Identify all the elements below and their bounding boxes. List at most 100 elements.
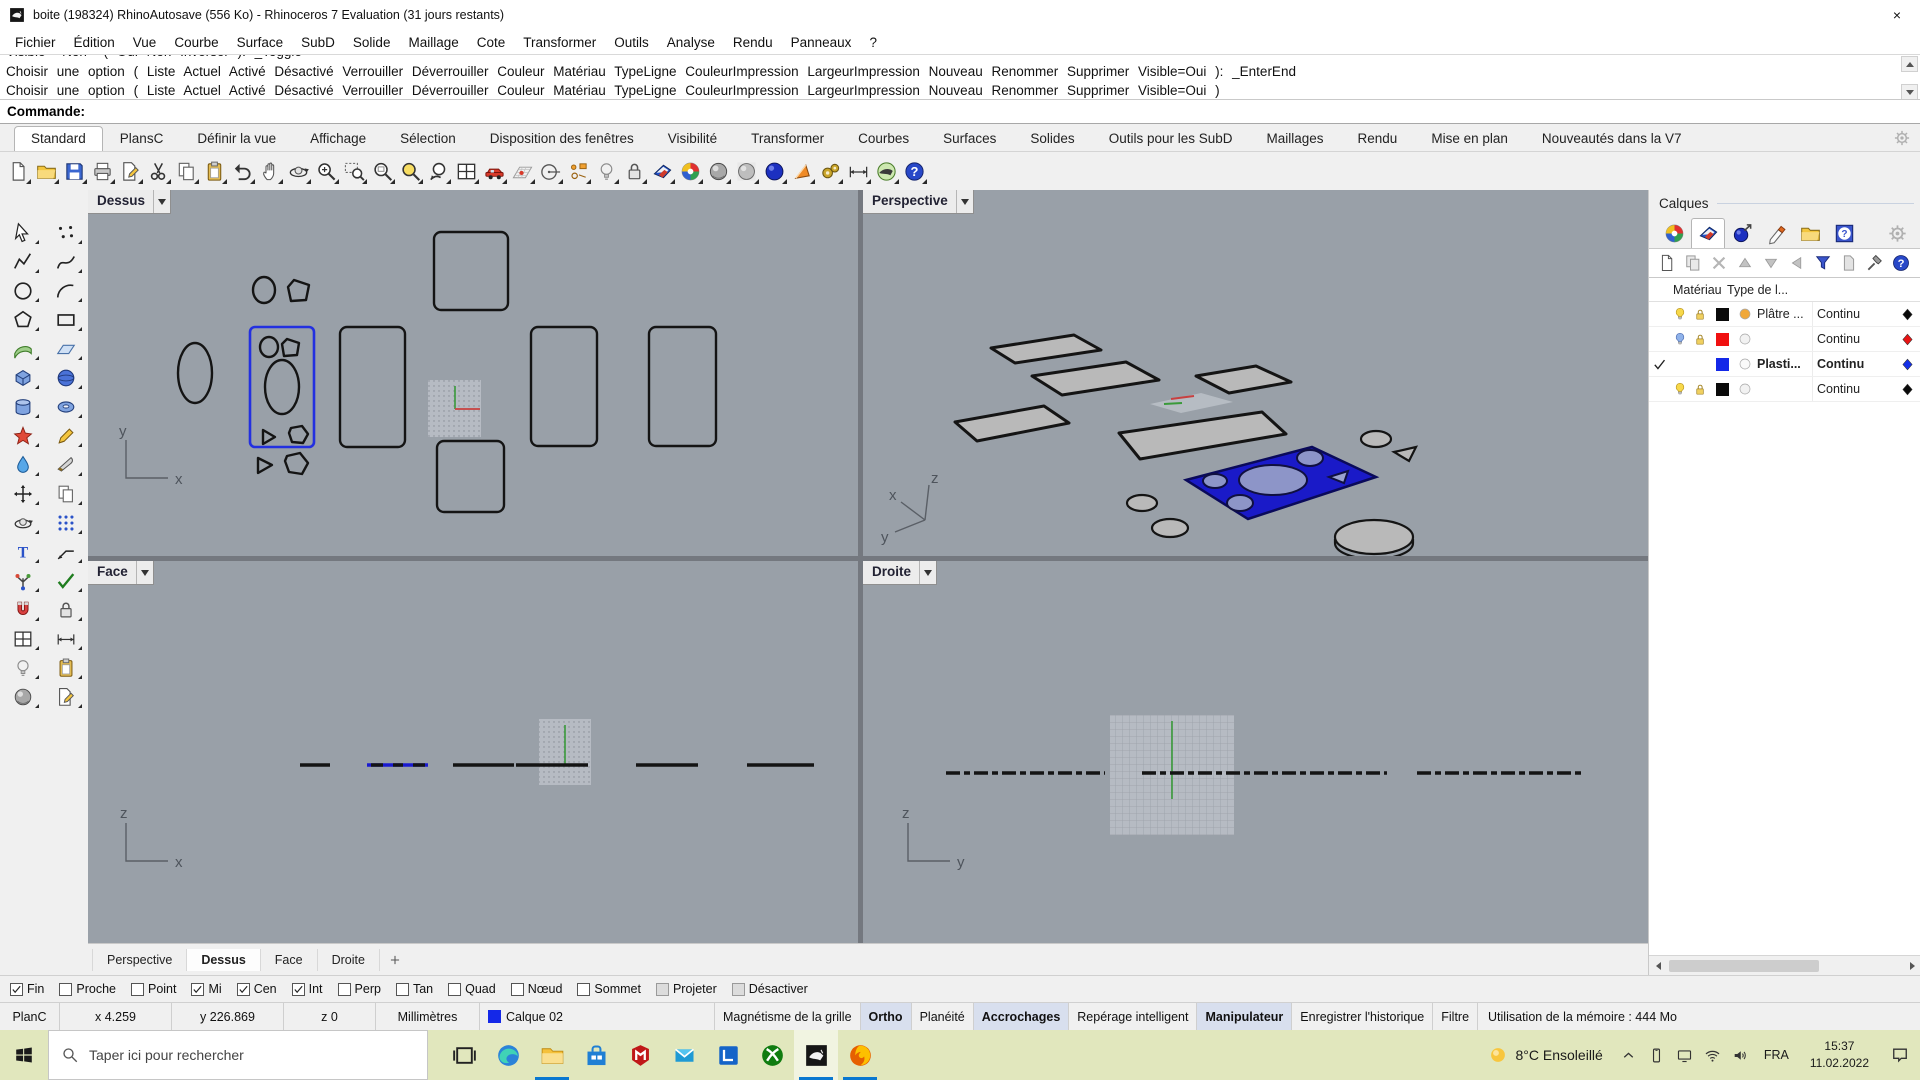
tab-d-finir-la-vue[interactable]: Définir la vue — [180, 126, 293, 151]
tab-rendu[interactable]: Rendu — [1341, 126, 1415, 151]
layer-row[interactable]: Continu — [1649, 377, 1920, 402]
z-coord-cell[interactable]: z 0 — [284, 1003, 376, 1030]
page-gray-button[interactable] — [1837, 251, 1861, 275]
dimension-button[interactable] — [844, 156, 872, 186]
zoom-marquee-button[interactable] — [340, 156, 368, 186]
layer-row[interactable]: Continu — [1649, 327, 1920, 352]
cylinder-button[interactable] — [4, 392, 41, 421]
tab-transformer[interactable]: Transformer — [734, 126, 841, 151]
layer-material-name[interactable]: Plâtre ... — [1755, 307, 1812, 321]
toggle-plan-it-[interactable]: Planéité — [912, 1003, 974, 1030]
layer-print-color-cell[interactable] — [1894, 331, 1920, 348]
layer-row[interactable]: Plasti... Continu — [1649, 352, 1920, 377]
l-app-taskbar-button[interactable] — [706, 1030, 750, 1080]
pointer-button[interactable] — [4, 218, 41, 247]
tab-plansc[interactable]: PlansC — [103, 126, 181, 151]
current-layer-cell[interactable] — [1649, 357, 1669, 372]
viewport-perspective[interactable]: z x y Perspective — [863, 190, 1648, 556]
osnap-quad[interactable]: Quad — [448, 982, 496, 996]
help-button[interactable]: ? — [1889, 251, 1913, 275]
tri-down-button[interactable] — [1759, 251, 1783, 275]
osnap-fin[interactable]: Fin — [10, 982, 44, 996]
zoom-selected-button[interactable] — [396, 156, 424, 186]
viewport-menu-icon[interactable] — [919, 561, 936, 584]
toggle-manipulateur[interactable]: Manipulateur — [1197, 1003, 1293, 1030]
osnap-sommet[interactable]: Sommet — [577, 982, 641, 996]
car-button[interactable] — [480, 156, 508, 186]
layer-print-color-cell[interactable] — [1894, 356, 1920, 373]
toggle-filtre[interactable]: Filtre — [1433, 1003, 1479, 1030]
layer-print-color-cell[interactable] — [1894, 306, 1920, 323]
taskbar-search[interactable]: Taper ici pour rechercher — [48, 1030, 428, 1080]
osnap-int[interactable]: Int — [291, 982, 323, 996]
osnap-projeter[interactable]: Projeter — [655, 982, 717, 996]
hammer-button[interactable] — [1863, 251, 1887, 275]
funnel-button[interactable] — [1811, 251, 1835, 275]
polygon-button[interactable] — [4, 305, 41, 334]
osnap-dsactiver[interactable]: Désactiver — [731, 982, 808, 996]
viewport-dessus[interactable]: y x Dessus — [88, 190, 858, 556]
layer-material-swatch-cell[interactable] — [1734, 331, 1755, 347]
arc-button[interactable] — [47, 276, 84, 305]
toolbar-gear-icon[interactable] — [1892, 128, 1912, 148]
scroll-track[interactable] — [1667, 959, 1903, 973]
knife-button[interactable] — [47, 450, 84, 479]
open-folder-button[interactable] — [32, 156, 60, 186]
toggle-rep-rage-intelligent[interactable]: Repérage intelligent — [1069, 1003, 1198, 1030]
close-button[interactable]: × — [1874, 0, 1920, 30]
column-material[interactable]: Matériau — [1649, 283, 1727, 297]
lock-button[interactable] — [47, 595, 84, 624]
print-button[interactable] — [88, 156, 116, 186]
layer-color-cell[interactable] — [1711, 307, 1734, 321]
tri-up-button[interactable] — [1733, 251, 1757, 275]
tri-left-button[interactable] — [1785, 251, 1809, 275]
layer-linetype[interactable]: Continu — [1812, 377, 1878, 401]
droite-canvas[interactable]: z y — [863, 561, 1648, 943]
toggle-magn-tisme-de-la-grille[interactable]: Magnétisme de la grille — [715, 1003, 861, 1030]
viewport-tab-face[interactable]: Face — [261, 948, 318, 971]
osnap-tan[interactable]: Tan — [395, 982, 433, 996]
copy-button[interactable] — [47, 479, 84, 508]
scroll-down-icon[interactable] — [1901, 84, 1918, 99]
viewport-menu-icon[interactable] — [153, 190, 170, 213]
sphere-ghosted-button[interactable] — [732, 156, 760, 186]
toggle-ortho[interactable]: Ortho — [860, 1003, 912, 1030]
menu-solide[interactable]: Solide — [344, 35, 400, 50]
units-cell[interactable]: Millimètres — [376, 1003, 480, 1030]
tab-s-lection[interactable]: Sélection — [383, 126, 473, 151]
tray-wifi[interactable] — [1704, 1047, 1721, 1064]
clock[interactable]: 15:37 11.02.2022 — [1804, 1038, 1875, 1073]
menu-rendu[interactable]: Rendu — [724, 35, 782, 50]
layer-material-swatch-cell[interactable] — [1734, 306, 1755, 322]
layer-visibility-cell[interactable] — [1669, 381, 1690, 397]
polyline-button[interactable] — [4, 247, 41, 276]
layer-material-name[interactable]: Plasti... — [1755, 357, 1812, 371]
osnap-nud[interactable]: Nœud — [510, 982, 562, 996]
layer-material-swatch-cell[interactable] — [1734, 356, 1755, 372]
new-file-button[interactable] — [1655, 251, 1679, 275]
command-history[interactable]: Visible <Non> ( Oui Non Inverser ): _Tog… — [6, 55, 1896, 99]
osnap-cen[interactable]: Cen — [236, 982, 277, 996]
drop-button[interactable] — [4, 450, 41, 479]
plane-button[interactable] — [47, 334, 84, 363]
tab-nouveaut-s-dans-la-v7[interactable]: Nouveautés dans la V7 — [1525, 126, 1699, 151]
help-button[interactable]: ? — [900, 156, 928, 186]
tab-visibilit-[interactable]: Visibilité — [651, 126, 734, 151]
task-view-taskbar-button[interactable] — [442, 1030, 486, 1080]
branch-button[interactable] — [4, 566, 41, 595]
lamp-button[interactable] — [592, 156, 620, 186]
sphere-rendered-button[interactable] — [760, 156, 788, 186]
move-button[interactable] — [4, 479, 41, 508]
viewport-label-perspective[interactable]: Perspective — [863, 190, 974, 214]
layer-lock-cell[interactable] — [1690, 332, 1711, 347]
start-button[interactable] — [0, 1030, 48, 1080]
sphere-shaded-button[interactable] — [4, 682, 41, 711]
face-canvas[interactable]: z x — [88, 561, 858, 943]
menu-vue[interactable]: Vue — [124, 35, 166, 50]
save-button[interactable] — [60, 156, 88, 186]
menu-cote[interactable]: Cote — [468, 35, 515, 50]
tab-mise-en-plan[interactable]: Mise en plan — [1414, 126, 1525, 151]
dessus-canvas[interactable]: y x — [88, 190, 858, 556]
options-gears-button[interactable] — [816, 156, 844, 186]
layer-color-cell[interactable] — [1711, 382, 1734, 396]
